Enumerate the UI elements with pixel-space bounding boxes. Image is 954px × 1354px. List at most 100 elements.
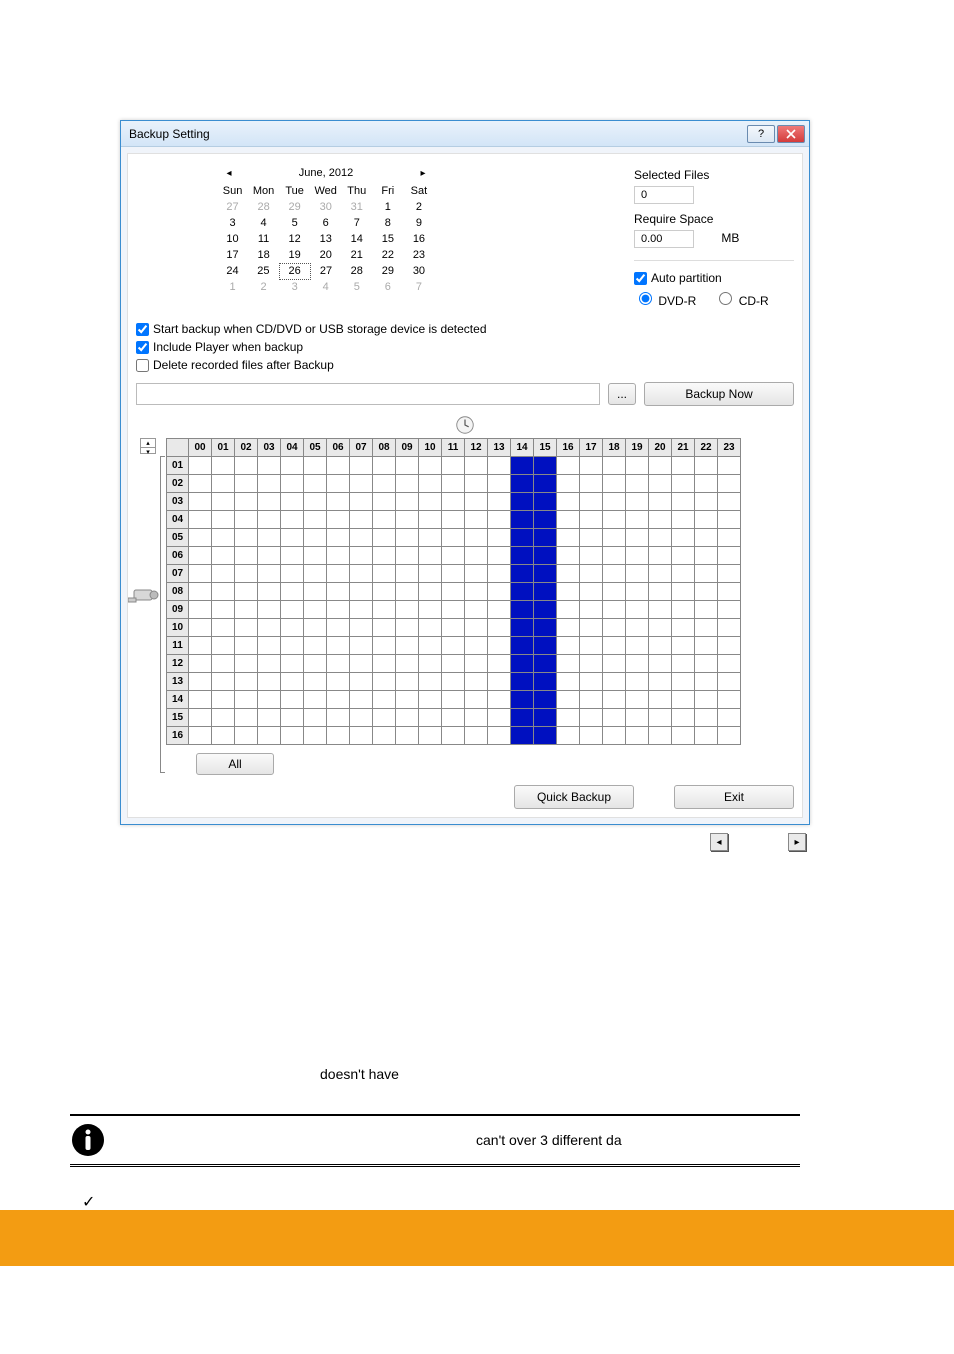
sched-cell[interactable]	[626, 619, 649, 637]
sched-cell[interactable]	[235, 709, 258, 727]
sched-cell[interactable]	[235, 493, 258, 511]
sched-cell[interactable]	[718, 457, 741, 475]
cal-day[interactable]: 5	[279, 215, 310, 231]
sched-cell[interactable]	[580, 583, 603, 601]
sched-cell[interactable]	[327, 727, 350, 745]
sched-cell[interactable]	[465, 565, 488, 583]
sched-cell[interactable]	[350, 673, 373, 691]
sched-cell[interactable]	[626, 511, 649, 529]
sched-hour-header[interactable]: 06	[327, 439, 350, 457]
sched-cell[interactable]	[557, 565, 580, 583]
help-button[interactable]: ?	[747, 125, 775, 143]
sched-cell[interactable]	[718, 727, 741, 745]
sched-cell[interactable]	[304, 565, 327, 583]
sched-cell[interactable]	[557, 601, 580, 619]
sched-cell[interactable]	[327, 511, 350, 529]
sched-hour-header[interactable]: 19	[626, 439, 649, 457]
cal-day[interactable]: 5	[341, 279, 372, 295]
sched-cell[interactable]	[419, 475, 442, 493]
cal-day[interactable]: 4	[310, 279, 341, 295]
sched-cell[interactable]	[396, 565, 419, 583]
sched-cell[interactable]	[511, 511, 534, 529]
sched-cell[interactable]	[442, 583, 465, 601]
sched-cell[interactable]	[442, 709, 465, 727]
sched-cell[interactable]	[327, 691, 350, 709]
sched-cell[interactable]	[258, 529, 281, 547]
sched-cell[interactable]	[557, 619, 580, 637]
cal-day[interactable]: 8	[372, 215, 403, 231]
sched-cell[interactable]	[488, 655, 511, 673]
sched-cell[interactable]	[419, 709, 442, 727]
sched-cell[interactable]	[626, 673, 649, 691]
sched-cell[interactable]	[511, 727, 534, 745]
sched-cell[interactable]	[350, 619, 373, 637]
sched-cell[interactable]	[304, 673, 327, 691]
sched-cell[interactable]	[534, 691, 557, 709]
cal-day[interactable]: 2	[248, 279, 279, 295]
sched-cell[interactable]	[442, 529, 465, 547]
sched-cell[interactable]	[212, 673, 235, 691]
sched-cell[interactable]	[396, 673, 419, 691]
sched-cell[interactable]	[373, 547, 396, 565]
close-button[interactable]	[777, 125, 805, 143]
sched-cell[interactable]	[580, 673, 603, 691]
sched-cell[interactable]	[396, 601, 419, 619]
sched-cell[interactable]	[258, 583, 281, 601]
sched-cell[interactable]	[695, 493, 718, 511]
sched-cell[interactable]	[672, 619, 695, 637]
sched-cell[interactable]	[442, 673, 465, 691]
sched-cell[interactable]	[258, 619, 281, 637]
sched-cell[interactable]	[511, 601, 534, 619]
sched-cell[interactable]	[304, 493, 327, 511]
sched-cell[interactable]	[603, 583, 626, 601]
scroll-right-icon[interactable]: ▸	[788, 833, 806, 851]
sched-cell[interactable]	[488, 583, 511, 601]
sched-cell[interactable]	[327, 673, 350, 691]
cal-day[interactable]: 27	[310, 263, 341, 279]
sched-cell[interactable]	[442, 565, 465, 583]
sched-cell[interactable]	[465, 619, 488, 637]
sched-cell[interactable]	[350, 547, 373, 565]
sched-cell[interactable]	[419, 493, 442, 511]
sched-cell[interactable]	[465, 727, 488, 745]
sched-cell[interactable]	[649, 457, 672, 475]
sched-cell[interactable]	[373, 619, 396, 637]
sched-cell[interactable]	[603, 601, 626, 619]
sched-cell[interactable]	[649, 565, 672, 583]
sched-cell[interactable]	[511, 547, 534, 565]
sched-cell[interactable]	[235, 691, 258, 709]
sched-cell[interactable]	[534, 529, 557, 547]
sched-cell[interactable]	[603, 493, 626, 511]
sched-cell[interactable]	[304, 709, 327, 727]
sched-cell[interactable]	[603, 547, 626, 565]
sched-cell[interactable]	[304, 547, 327, 565]
cal-day[interactable]: 1	[372, 199, 403, 215]
sched-cell[interactable]	[258, 493, 281, 511]
exit-button[interactable]: Exit	[674, 785, 794, 809]
sched-cell[interactable]	[327, 619, 350, 637]
sched-cell[interactable]	[580, 457, 603, 475]
sched-cell[interactable]	[212, 565, 235, 583]
sched-cell[interactable]	[373, 583, 396, 601]
sched-cell[interactable]	[350, 565, 373, 583]
sched-cell[interactable]	[626, 529, 649, 547]
sched-cell[interactable]	[327, 547, 350, 565]
cal-day[interactable]: 25	[248, 263, 279, 279]
sched-cell[interactable]	[442, 601, 465, 619]
sched-cell[interactable]	[672, 637, 695, 655]
sched-cell[interactable]	[557, 673, 580, 691]
sched-cell[interactable]	[373, 727, 396, 745]
sched-cell[interactable]	[649, 637, 672, 655]
sched-cell[interactable]	[718, 511, 741, 529]
sched-cell[interactable]	[327, 709, 350, 727]
sched-cell[interactable]	[281, 529, 304, 547]
cal-day[interactable]: 14	[341, 231, 372, 247]
sched-cell[interactable]	[304, 637, 327, 655]
cal-day[interactable]: 18	[248, 247, 279, 263]
sched-hour-header[interactable]: 21	[672, 439, 695, 457]
sched-cell[interactable]	[281, 583, 304, 601]
sched-cell[interactable]	[695, 709, 718, 727]
sched-hour-header[interactable]: 00	[189, 439, 212, 457]
sched-cell[interactable]	[327, 637, 350, 655]
sched-cell[interactable]	[672, 709, 695, 727]
